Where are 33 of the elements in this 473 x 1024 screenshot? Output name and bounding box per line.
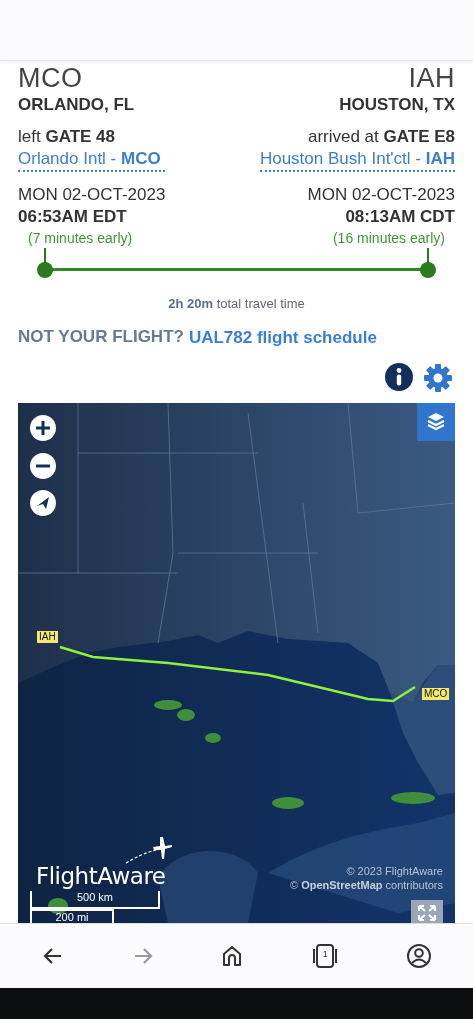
airport-link[interactable]: Houston Bush Int'ctl - IAH (259, 148, 455, 172)
airport-code: MCO (18, 63, 84, 93)
schedule-link[interactable]: UAL782 flight schedule (188, 327, 377, 349)
settings-icon[interactable] (423, 363, 453, 393)
scale-bar: 500 km (30, 891, 160, 909)
tabs-button[interactable]: 1 (306, 939, 345, 973)
layers-icon (427, 412, 445, 432)
airport-label: IAH (37, 631, 58, 643)
flight-date: MON 02-OCT-2023 (18, 184, 166, 206)
city-name: ORLANDO, FL (18, 94, 136, 116)
flight-time: 08:13AM CDT (345, 206, 455, 228)
city-name: HOUSTON, TX (339, 94, 455, 116)
map-attribution: © 2023 FlightAware (346, 865, 443, 877)
airport-link[interactable]: Orlando Intl - MCO (18, 148, 166, 172)
logo-text: FlightAware (36, 863, 166, 889)
travel-time: 2h 20m total travel time (167, 296, 306, 311)
expand-icon (416, 903, 438, 923)
airport-label: MCO (422, 688, 450, 700)
compass-button[interactable] (30, 490, 56, 516)
info-icon[interactable] (385, 363, 413, 391)
flight-time: 06:53AM EDT (18, 206, 128, 228)
zoom-out-button[interactable] (30, 453, 56, 479)
flight-date: MON 02-OCT-2023 (307, 184, 455, 206)
timing-status: (7 minutes early) (27, 229, 134, 248)
gate-info: arrived at GATE E8 (307, 126, 455, 148)
gate-info: left GATE 48 (18, 126, 116, 148)
timing-status: (16 minutes early) (331, 229, 446, 248)
airport-code: IAH (408, 63, 455, 93)
zoom-in-button[interactable] (30, 415, 56, 441)
account-icon (406, 943, 433, 969)
layers-button[interactable] (417, 403, 455, 441)
map-attribution: © OpenStreetMap contributors (290, 879, 443, 891)
flight-prompt: NOT YOUR FLIGHT? (18, 327, 184, 348)
